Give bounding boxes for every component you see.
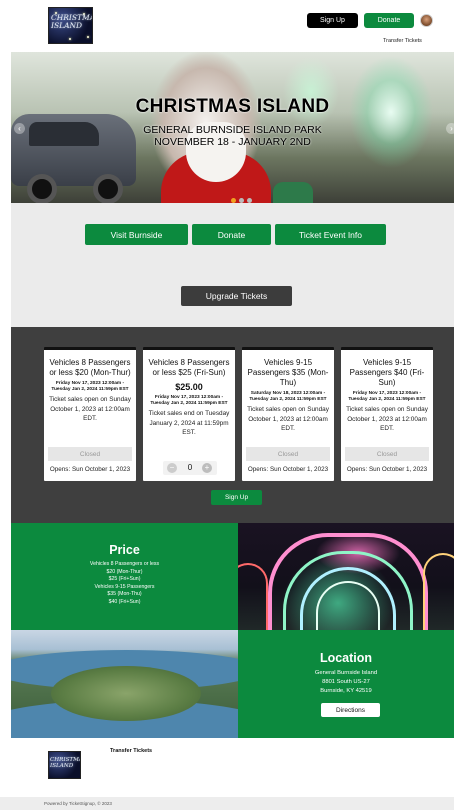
quantity-stepper: − 0 + [163, 461, 217, 475]
ticket-dates: Friday Nov 17, 2023 12:00am - Tuesday Ja… [150, 395, 228, 406]
ticket-dates: Friday Nov 17, 2023 12:00am - Tuesday Ja… [51, 381, 129, 392]
actions-band [11, 203, 454, 327]
hero-subtitle-venue: GENERAL BURNSIDE ISLAND PARK [143, 124, 322, 136]
north-pole-lights-image [238, 523, 454, 630]
ticket-title: Vehicles 8 Passengers or less $20 (Mon-T… [49, 358, 131, 377]
ticket-dates: Friday Nov 17, 2023 12:00am - Tuesday Ja… [348, 391, 426, 402]
powered-by: Powered by TicketSignup, © 2023 [0, 797, 454, 810]
visit-burnside-button[interactable]: Visit Burnside [85, 224, 188, 245]
ticket-closed-button: Closed [246, 447, 330, 461]
footer-transfer-tickets-link[interactable]: Transfer Tickets [110, 748, 152, 754]
ticket-closed-button: Closed [48, 447, 132, 461]
signup-button[interactable]: Sign Up [307, 13, 358, 28]
footer-logo-text: CHRISTMAS ISLAND [50, 757, 80, 769]
directions-button[interactable]: Directions [321, 703, 380, 717]
hero-title: CHRISTMAS ISLAND [135, 96, 330, 117]
slider-next-icon[interactable]: › [446, 123, 454, 134]
hero-subtitle-dates: NOVEMBER 18 - JANUARY 2ND [154, 136, 311, 148]
price-line: $40 (Fri+Sun) [108, 598, 141, 605]
ticket-note: Ticket sales open on Sunday October 1, 2… [247, 406, 329, 433]
ticket-opens: Opens: Sun October 1, 2023 [247, 466, 329, 473]
upgrade-tickets-button[interactable]: Upgrade Tickets [181, 286, 292, 306]
quantity-value[interactable]: 0 [183, 463, 197, 472]
ticket-note: Ticket sales open on Sunday October 1, 2… [346, 406, 428, 433]
ticket-card: Vehicles 8 Passengers or less $25 (Fri-S… [143, 347, 235, 481]
ticket-note: Ticket sales open on Sunday October 1, 2… [49, 396, 131, 423]
slider-dots [231, 190, 255, 203]
ticket-card: Vehicles 8 Passengers or less $20 (Mon-T… [44, 347, 136, 481]
ticket-title: Vehicles 9-15 Passengers $35 (Mon-Thu) [247, 358, 329, 387]
location-section: Location General Burnside Island 8801 So… [238, 630, 454, 738]
ticket-closed-button: Closed [345, 447, 429, 461]
ticket-card: Vehicles 9-15 Passengers $35 (Mon-Thu) S… [242, 347, 334, 481]
ticket-opens: Opens: Sun October 1, 2023 [346, 466, 428, 473]
price-section: Price Vehicles 8 Passengers or less $20 … [11, 523, 238, 630]
minus-icon[interactable]: − [167, 463, 177, 473]
donate-button[interactable]: Donate [364, 13, 414, 28]
island-aerial-image [11, 630, 238, 738]
price-line: $35 (Mon-Thu) [107, 591, 142, 598]
ticket-card: Vehicles 9-15 Passengers $40 (Fri-Sun) F… [341, 347, 433, 481]
ticket-event-info-button[interactable]: Ticket Event Info [275, 224, 386, 245]
price-line: $20 (Mon-Thur) [106, 568, 143, 575]
location-line: Burnside, KY 42519 [320, 688, 372, 694]
price-heading: Price [109, 543, 140, 557]
hero-slider: CHRISTMAS ISLAND GENERAL BURNSIDE ISLAND… [11, 52, 454, 203]
plus-icon[interactable]: + [202, 463, 212, 473]
footer-logo[interactable]: CHRISTMAS ISLAND [48, 751, 81, 779]
price-line: Vehicles 8 Passengers or less [89, 561, 160, 567]
tickets-signup-button[interactable]: Sign Up [211, 490, 262, 505]
location-line: General Burnside Island [314, 670, 378, 676]
ticket-opens: Opens: Sun October 1, 2023 [49, 466, 131, 473]
location-heading: Location [319, 651, 373, 665]
site-header: CHRISTMAS ISLAND Sign Up Donate Transfer… [0, 0, 454, 52]
slider-prev-icon[interactable]: ‹ [14, 123, 25, 134]
price-line: $25 (Fri+Sun) [108, 576, 141, 583]
logo-text: CHRISTMAS ISLAND [51, 13, 92, 30]
price-line: Vehicles 9-15 Passengers [94, 583, 155, 590]
ticket-title: Vehicles 9-15 Passengers $40 (Fri-Sun) [349, 358, 425, 387]
ticket-price: $25.00 [175, 382, 203, 392]
location-line: 8801 South US-27 [322, 679, 370, 685]
ticket-title: Vehicles 8 Passengers or less $25 (Fri-S… [148, 358, 230, 377]
donate-button-secondary[interactable]: Donate [192, 224, 271, 245]
avatar[interactable] [420, 14, 433, 27]
site-logo[interactable]: CHRISTMAS ISLAND [48, 7, 93, 44]
ticket-dates: Saturday Nov 18, 2023 12:00am - Tuesday … [249, 391, 327, 402]
transfer-tickets-link[interactable]: Transfer Tickets [383, 38, 422, 44]
ticket-note: Ticket sales end on Tuesday January 2, 2… [148, 410, 230, 437]
